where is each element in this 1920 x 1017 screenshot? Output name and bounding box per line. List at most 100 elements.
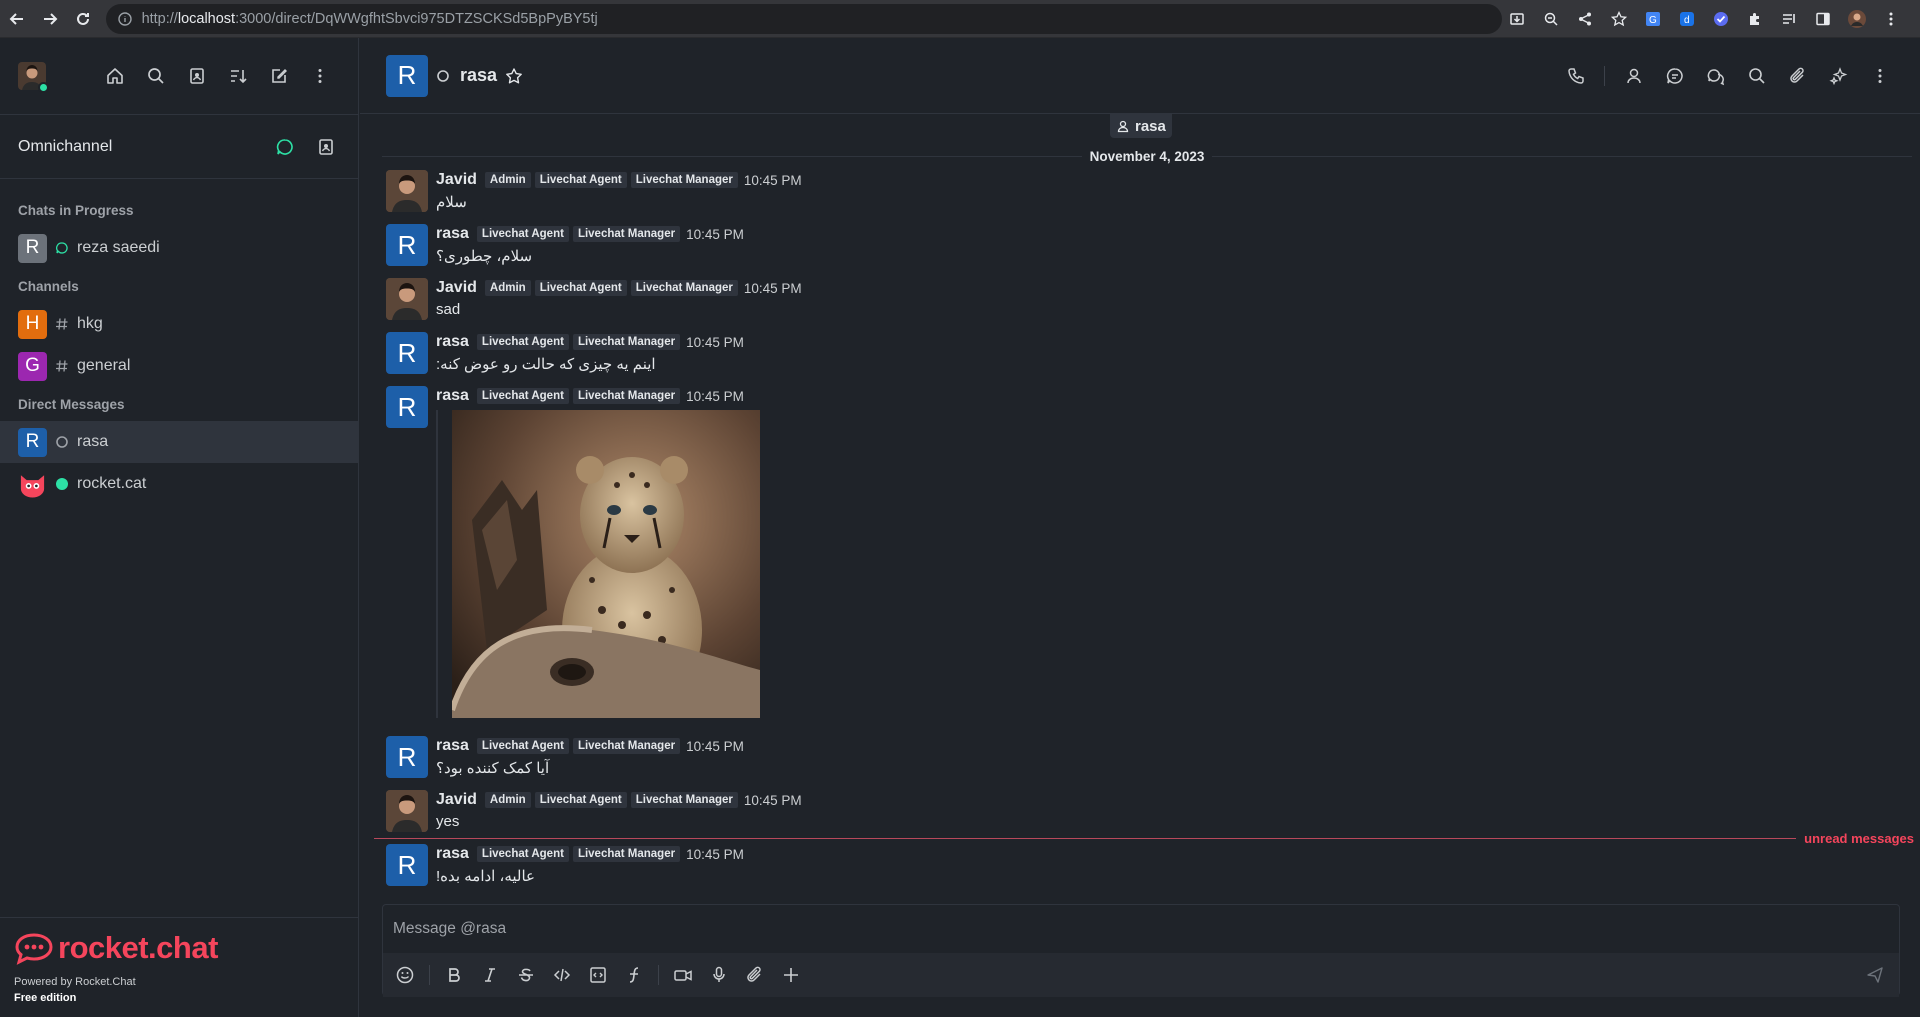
avatar: R xyxy=(18,233,47,263)
avatar: R xyxy=(18,427,47,457)
cheetah-cub-image[interactable] xyxy=(452,410,760,718)
message-input[interactable]: Message @rasa xyxy=(383,905,1899,953)
message-author[interactable]: Javid xyxy=(436,279,477,297)
kebab-menu-icon[interactable] xyxy=(1865,61,1894,90)
toolbar-divider xyxy=(658,965,659,985)
puzzle-extensions-icon[interactable] xyxy=(1740,0,1770,38)
user-info-icon[interactable] xyxy=(1619,61,1648,90)
share-icon[interactable] xyxy=(1570,0,1600,38)
favorite-star-icon[interactable] xyxy=(505,67,523,85)
forward-arrow-icon[interactable] xyxy=(33,0,66,38)
sidebar-item-hkg[interactable]: H hkg xyxy=(0,303,358,345)
message-time: 10:45 PM xyxy=(743,792,802,808)
plus-icon[interactable] xyxy=(777,961,805,989)
composer-toolbar xyxy=(383,953,1899,997)
message[interactable]: R rasa Livechat Agent Livechat Manager 10:4… xyxy=(386,736,1886,778)
message-author[interactable]: rasa xyxy=(436,387,469,405)
room-title[interactable]: rasa xyxy=(460,65,497,86)
avatar[interactable]: R xyxy=(386,332,428,374)
formula-icon[interactable] xyxy=(620,961,648,989)
site-info-icon[interactable] xyxy=(117,11,132,26)
sidebar-item-general[interactable]: G general xyxy=(0,345,358,387)
emoji-icon[interactable] xyxy=(391,961,419,989)
profile-avatar-icon[interactable] xyxy=(1842,0,1872,38)
message-list[interactable]: rasa November 4, 2023 Javid Admin Livechat… xyxy=(360,114,1920,934)
kebab-menu-icon[interactable] xyxy=(305,62,334,91)
message-composer: Message @rasa xyxy=(382,904,1900,997)
contact-center-icon[interactable] xyxy=(311,132,340,161)
search-messages-icon[interactable] xyxy=(1742,61,1771,90)
home-icon[interactable] xyxy=(100,62,129,91)
reload-icon[interactable] xyxy=(66,0,99,38)
role-badge: Admin xyxy=(484,792,531,808)
group-chats-in-progress: Chats in Progress xyxy=(18,202,134,218)
message[interactable]: R rasa Livechat Agent Livechat Manager 10:4… xyxy=(386,844,1886,886)
bookmark-star-icon[interactable] xyxy=(1604,0,1634,38)
back-arrow-icon[interactable] xyxy=(0,0,33,38)
sidebar-item-rasa[interactable]: R rasa xyxy=(0,421,358,463)
rocket-chat-logo: rocket.chat xyxy=(14,930,345,966)
message-time: 10:45 PM xyxy=(686,226,744,242)
message[interactable]: R rasa Livechat Agent Livechat Manager 10:4… xyxy=(386,224,1886,266)
address-bar[interactable]: http://localhost:3000/direct/DqWWgfhtSbv… xyxy=(105,3,1502,34)
sidebar-header xyxy=(0,38,358,115)
avatar[interactable] xyxy=(386,278,428,320)
offline-status-icon xyxy=(436,69,450,83)
message-author[interactable]: rasa xyxy=(436,333,469,351)
message[interactable]: R rasa Livechat Agent Livechat Manager 10:4… xyxy=(386,386,1886,718)
url-path: :3000/direct/DqWWgfhtSbvci975DTZSCKSd5Bp… xyxy=(235,10,598,27)
user-avatar[interactable] xyxy=(18,62,49,93)
attachments-icon[interactable] xyxy=(1783,61,1812,90)
code-icon[interactable] xyxy=(548,961,576,989)
message[interactable]: Javid Admin Livechat Agent Livechat Manager… xyxy=(386,278,1886,320)
message[interactable]: Javid Admin Livechat Agent Livechat Manager… xyxy=(386,790,1886,832)
message-author[interactable]: rasa xyxy=(436,225,469,243)
apps-icon[interactable] xyxy=(1824,61,1853,90)
message-text: سلام، چطوری؟ xyxy=(436,248,533,265)
role-badge: Livechat Manager xyxy=(572,738,681,754)
send-icon[interactable] xyxy=(1861,961,1889,989)
browser-menu-icon[interactable] xyxy=(1876,0,1906,38)
message-text: سلام xyxy=(436,194,467,211)
video-message-icon[interactable] xyxy=(669,961,697,989)
bold-icon[interactable] xyxy=(440,961,468,989)
check-extension-icon[interactable] xyxy=(1706,0,1736,38)
install-app-icon[interactable] xyxy=(1502,0,1532,38)
message[interactable]: Javid Admin Livechat Agent Livechat Manager… xyxy=(386,170,1886,212)
browser-toolbar: http://localhost:3000/direct/DqWWgfhtSbv… xyxy=(0,0,1920,38)
side-panel-icon[interactable] xyxy=(1808,0,1838,38)
search-icon[interactable] xyxy=(141,62,170,91)
attach-file-icon[interactable] xyxy=(741,961,769,989)
directory-icon[interactable] xyxy=(182,62,211,91)
discussions-icon[interactable] xyxy=(1701,61,1730,90)
sidebar-item-rocket-cat[interactable]: rocket.cat xyxy=(0,463,358,505)
threads-icon[interactable] xyxy=(1660,61,1689,90)
avatar[interactable] xyxy=(386,170,428,212)
message-author[interactable]: Javid xyxy=(436,171,477,189)
translate-extension-icon[interactable]: G xyxy=(1638,0,1668,38)
create-new-icon[interactable] xyxy=(264,62,293,91)
role-badge: Livechat Manager xyxy=(572,388,681,404)
message[interactable]: R rasa Livechat Agent Livechat Manager 10:4… xyxy=(386,332,1886,374)
zoom-icon[interactable] xyxy=(1536,0,1566,38)
avatar[interactable]: R xyxy=(386,386,428,428)
omnichannel-availability-icon[interactable] xyxy=(270,132,299,161)
italic-icon[interactable] xyxy=(476,961,504,989)
message-author[interactable]: rasa xyxy=(436,737,469,755)
avatar[interactable] xyxy=(386,790,428,832)
call-icon[interactable] xyxy=(1561,61,1590,90)
room-avatar[interactable]: R xyxy=(386,54,428,97)
strikethrough-icon[interactable] xyxy=(512,961,540,989)
sort-icon[interactable] xyxy=(223,62,252,91)
reading-list-icon[interactable] xyxy=(1774,0,1804,38)
avatar[interactable]: R xyxy=(386,736,428,778)
room-chip[interactable]: rasa xyxy=(1110,114,1172,138)
code-block-icon[interactable] xyxy=(584,961,612,989)
d-extension-icon[interactable]: d xyxy=(1672,0,1702,38)
microphone-icon[interactable] xyxy=(705,961,733,989)
avatar[interactable]: R xyxy=(386,224,428,266)
message-author[interactable]: Javid xyxy=(436,791,477,809)
sidebar-item-reza-saeedi[interactable]: R reza saeedi xyxy=(0,227,358,269)
avatar[interactable]: R xyxy=(386,844,428,886)
message-author[interactable]: rasa xyxy=(436,845,469,863)
